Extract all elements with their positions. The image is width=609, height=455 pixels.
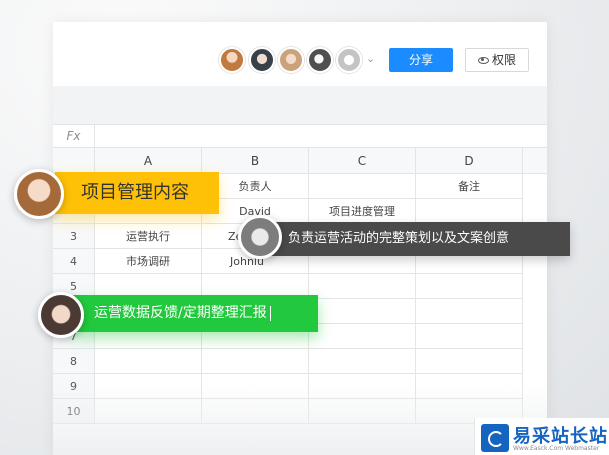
cell[interactable] — [95, 349, 202, 374]
row-number[interactable]: 3 — [53, 224, 95, 249]
collaborator-avatar[interactable] — [219, 47, 245, 73]
cell[interactable] — [202, 349, 309, 374]
share-button[interactable]: 分享 — [389, 48, 453, 72]
data-report-text: 运营数据反馈/定期整理汇报 — [94, 305, 267, 321]
user-avatar — [38, 292, 84, 338]
bottom-fade — [53, 382, 547, 455]
cell[interactable] — [416, 199, 523, 224]
site-logo-icon — [481, 424, 509, 452]
cell[interactable]: 备注 — [416, 174, 523, 199]
cell[interactable] — [309, 274, 416, 299]
permission-label: 权限 — [491, 53, 516, 67]
column-header-d[interactable]: D — [416, 148, 523, 174]
cell[interactable] — [309, 349, 416, 374]
column-header-a[interactable]: A — [95, 148, 202, 174]
corner-header[interactable] — [53, 148, 95, 174]
project-content-callout: 项目管理内容 — [55, 172, 219, 214]
collaborator-avatar[interactable] — [249, 47, 275, 73]
cell[interactable] — [416, 324, 523, 349]
cell[interactable] — [416, 274, 523, 299]
column-header-extra — [523, 148, 547, 174]
cell[interactable]: 项目进度管理 — [309, 199, 416, 224]
eye-icon — [477, 57, 489, 64]
collaborator-avatar[interactable] — [336, 47, 362, 73]
chevron-down-icon[interactable]: ⌄ — [366, 52, 375, 65]
data-report-callout: 运营数据反馈/定期整理汇报 — [70, 295, 318, 332]
site-watermark: 易采站长站 Www.Easck.Com Webmaster — [474, 418, 609, 455]
cell[interactable]: 市场调研 — [95, 249, 202, 274]
toolbar: ⌄ 分享 权限 — [53, 22, 547, 86]
collaborator-avatar[interactable] — [307, 47, 333, 73]
watermark-subtitle: Www.Easck.Com Webmaster — [513, 445, 600, 452]
cell[interactable] — [416, 299, 523, 324]
operations-callout: 负责运营活动的完整策划以及文案创意 — [262, 222, 570, 256]
row-number[interactable]: 4 — [53, 249, 95, 274]
cell[interactable] — [309, 299, 416, 324]
cell[interactable]: 运营执行 — [95, 224, 202, 249]
formula-bar[interactable]: Fx — [53, 124, 547, 148]
cell[interactable] — [416, 349, 523, 374]
text-cursor — [269, 305, 271, 321]
cell[interactable] — [309, 324, 416, 349]
cell[interactable] — [309, 174, 416, 199]
user-avatar — [238, 215, 282, 259]
row-number[interactable]: 8 — [53, 349, 95, 374]
menu-band — [53, 86, 547, 124]
fx-label: Fx — [53, 125, 95, 147]
collaborator-avatar[interactable] — [278, 47, 304, 73]
column-header-c[interactable]: C — [309, 148, 416, 174]
column-header-b[interactable]: B — [202, 148, 309, 174]
user-avatar — [14, 169, 64, 219]
permission-button[interactable]: 权限 — [465, 48, 529, 72]
